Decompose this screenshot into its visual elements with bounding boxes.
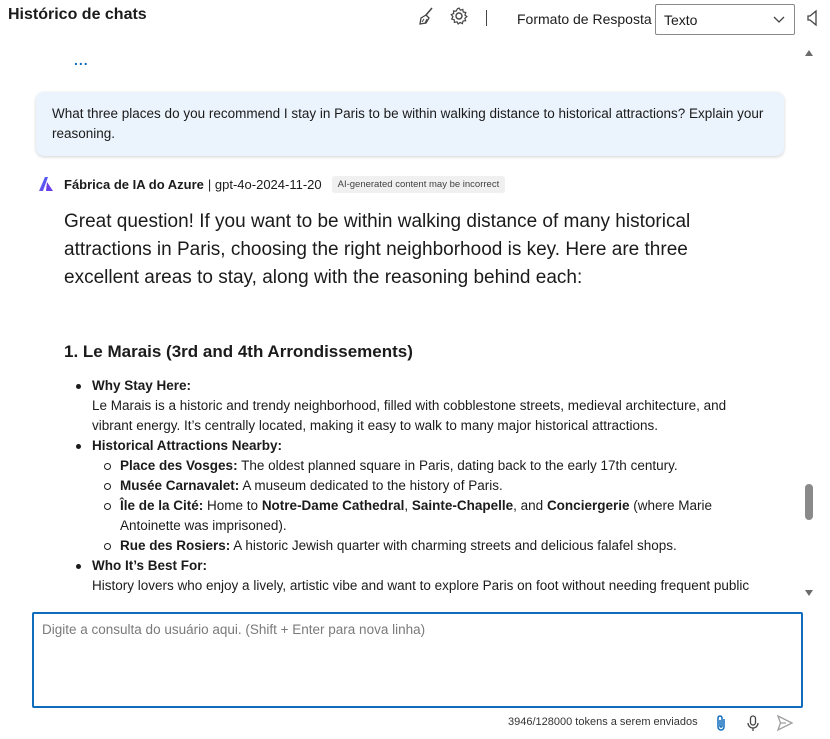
attraction-text: The oldest planned square in Paris, dati… — [237, 458, 678, 473]
broom-icon[interactable] — [417, 6, 437, 26]
attraction-name: Île de la Cité: — [120, 498, 204, 513]
details-list: Why Stay Here: Le Marais is a historic a… — [64, 376, 764, 596]
list-item: Historical Attractions Nearby: Place des… — [64, 436, 764, 556]
user-message: What three places do you recommend I sta… — [36, 92, 784, 156]
attractions-label: Historical Attractions Nearby: — [92, 438, 283, 453]
scroll-up-arrow-icon[interactable] — [805, 50, 813, 56]
azure-ai-logo-icon — [38, 176, 54, 192]
paperclip-icon[interactable] — [712, 714, 730, 732]
best-for-label: Who It’s Best For: — [92, 558, 207, 573]
attractions-list: Place des Vosges: The oldest planned squ… — [92, 456, 764, 556]
bot-response: Great question! If you want to be within… — [64, 208, 764, 596]
conciergerie: Conciergerie — [546, 498, 630, 513]
query-input-box[interactable] — [32, 612, 803, 708]
speaker-icon[interactable] — [806, 8, 820, 28]
chat-history: ... What three places do you recommend I… — [0, 40, 800, 600]
why-text: Le Marais is a historic and trendy neigh… — [92, 398, 727, 433]
ai-disclaimer-badge: AI-generated content may be incorrect — [331, 175, 506, 193]
bot-header: Fábrica de IA do Azure | gpt-4o-2024-11-… — [38, 174, 506, 194]
query-input[interactable] — [34, 614, 801, 706]
scroll-thumb[interactable] — [805, 484, 813, 520]
footer: 3946/128000 tokens a serem enviados — [0, 712, 830, 736]
more-ellipsis[interactable]: ... — [74, 52, 89, 68]
send-icon[interactable] — [776, 714, 794, 732]
section-heading: 1. Le Marais (3rd and 4th Arrondissement… — [64, 342, 413, 361]
attraction-name: Musée Carnavalet: — [120, 478, 240, 493]
attraction-name: Rue des Rosiers: — [120, 538, 231, 553]
bot-name: Fábrica de IA do Azure — [64, 176, 204, 192]
scroll-down-arrow-icon[interactable] — [805, 590, 813, 596]
microphone-icon[interactable] — [744, 714, 762, 732]
why-label: Why Stay Here: — [92, 378, 192, 393]
attraction-text: A historic Jewish quarter with charming … — [230, 538, 677, 553]
token-count: 3946/128000 tokens a serem enviados — [508, 716, 698, 728]
list-item: Musée Carnavalet: A museum dedicated to … — [92, 476, 764, 496]
attraction-text: Home to — [203, 498, 262, 513]
header: Histórico de chats Formato de Resposta T… — [0, 0, 830, 40]
list-item: Île de la Cité: Home to Notre-Dame Cathe… — [92, 496, 764, 536]
attraction-text: A museum dedicated to the history of Par… — [239, 478, 503, 493]
attraction-name: Place des Vosges: — [120, 458, 238, 473]
format-value: Texto — [664, 12, 698, 28]
format-label: Formato de Resposta — [517, 11, 652, 27]
list-item: Place des Vosges: The oldest planned squ… — [92, 456, 764, 476]
separator-text: , — [404, 498, 412, 513]
chevron-down-icon — [772, 13, 786, 27]
separator-text: , and — [513, 498, 547, 513]
response-intro: Great question! If you want to be within… — [64, 211, 691, 288]
page-title: Histórico de chats — [8, 6, 147, 23]
list-item: Rue des Rosiers: A historic Jewish quart… — [92, 536, 764, 556]
sainte-chapelle: Sainte-Chapelle — [411, 498, 514, 513]
list-item: Why Stay Here: Le Marais is a historic a… — [64, 376, 764, 436]
gear-icon[interactable] — [449, 6, 469, 26]
best-for-text: History lovers who enjoy a lively, artis… — [92, 578, 750, 593]
notre-dame: Notre-Dame Cathedral — [261, 498, 405, 513]
chat-scrollbar[interactable] — [802, 44, 816, 600]
list-item: Who It’s Best For: History lovers who en… — [64, 556, 764, 596]
divider — [486, 10, 487, 26]
model-name: | gpt-4o-2024-11-20 — [207, 176, 322, 192]
format-select[interactable]: Texto — [655, 4, 795, 35]
